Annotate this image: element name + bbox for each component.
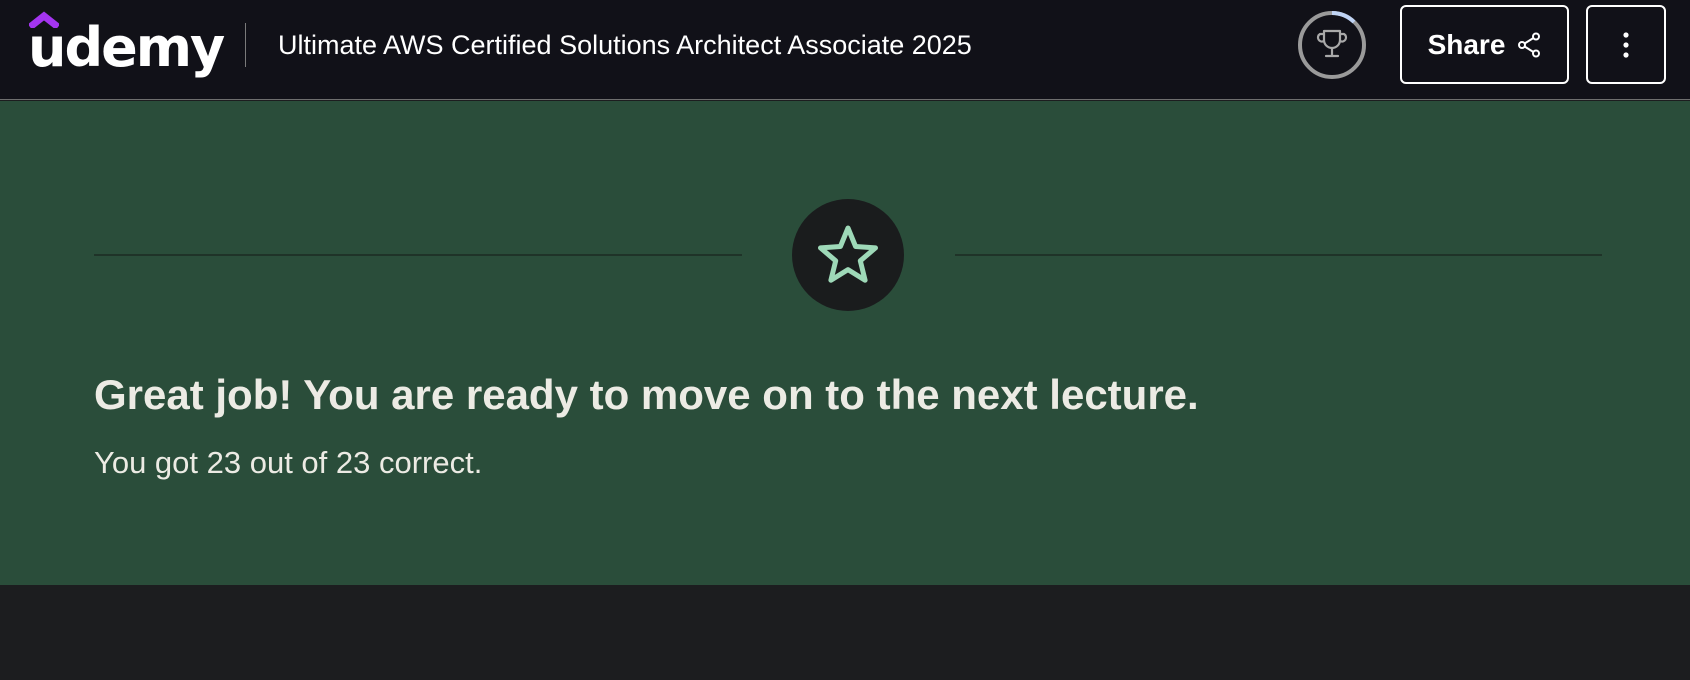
vertical-dots-icon — [1623, 31, 1629, 58]
header-divider — [245, 23, 246, 67]
share-icon — [1518, 32, 1541, 57]
result-badge — [792, 199, 904, 311]
progress-trophy-button[interactable] — [1297, 10, 1367, 80]
logo-text: udemy — [28, 16, 225, 79]
trophy-icon — [1298, 11, 1366, 79]
content-area-below — [0, 585, 1690, 680]
result-score: You got 23 out of 23 correct. — [94, 445, 483, 480]
share-button[interactable]: Share — [1400, 5, 1569, 84]
result-headline: Great job! You are ready to move on to t… — [94, 371, 1199, 418]
course-title[interactable]: Ultimate AWS Certified Solutions Archite… — [278, 28, 972, 62]
star-icon — [818, 225, 878, 283]
share-button-label: Share — [1427, 28, 1506, 60]
more-options-button[interactable] — [1586, 5, 1666, 84]
udemy-logo[interactable]: udemy — [28, 8, 225, 88]
top-navigation-bar: udemy Ultimate AWS Certified Solutions A… — [0, 0, 1690, 100]
divider-line-left — [94, 254, 742, 256]
quiz-result-banner: Great job! You are ready to move on to t… — [0, 101, 1690, 585]
divider-line-right — [955, 254, 1602, 256]
